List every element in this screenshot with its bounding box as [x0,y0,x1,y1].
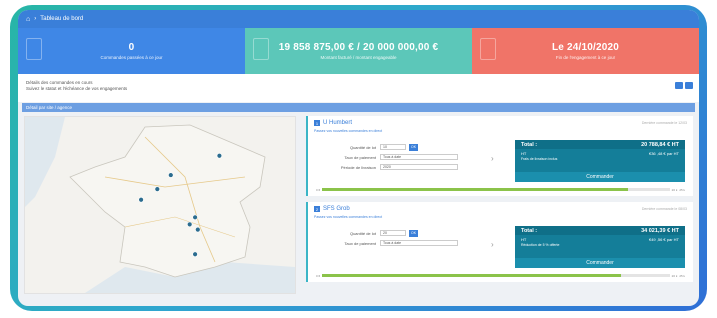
progress-end: 25 k [679,273,685,278]
progress-mid: 20 k [671,273,678,278]
kpi-amount-label: Montant facturé / montant engageable [320,55,397,60]
card-title[interactable]: SFS Grob [323,206,350,212]
info-panel: Détails des commandes en cours Suivez le… [18,74,699,102]
ok-button[interactable]: OK [409,229,418,237]
field-label: Quantité de lot [349,144,376,150]
unit-label: HT [521,150,527,156]
total-box: Total : 20 788,84 € HT HT €36 ,48 € par … [515,140,685,182]
kpi-date-value: Le 24/10/2020 [551,42,620,53]
card-note: Dernière commande le 08/03 [641,207,687,211]
field-label: Quantité de lot [349,230,376,236]
card-number: 2 [314,206,320,212]
site-card: 2 SFS Grob Dernière commande le 08/03 Pa… [306,202,693,282]
section-header[interactable]: Détail par site / agence [22,103,695,112]
receipt-icon [253,38,269,60]
card-number: 1 [314,120,320,126]
card-sublink[interactable]: Passez vos nouvelles commandes en direct [314,215,687,219]
total-value: 34 021,39 € HT [641,227,679,234]
form-row: Quantité de lot 20 OK [318,228,488,238]
marker-west[interactable] [138,197,144,203]
form-row: Quantité de lot 10 OK [318,142,488,152]
kpi-amount-value: 19 858 875,00 € / 20 000 000,00 € [278,42,439,53]
progress-track [322,274,670,277]
kpi-date: Le 24/10/2020 Fin de l'engagement à ce j… [472,28,699,74]
order-form: Quantité de lot 20 OK Taux de paiement T… [318,228,488,248]
marker-east-1[interactable] [192,214,198,221]
chevron-right-icon: › [491,154,494,163]
progress-bar: 0 € 20 k 25 k [316,273,685,278]
quantity-input[interactable]: 10 [380,144,406,150]
kpi-orders-value: 0 [128,42,135,53]
payment-select[interactable]: Tous à date [380,154,458,160]
order-button[interactable]: Commander [515,258,685,268]
period-select[interactable]: 2020 [380,164,458,170]
progress-fill [322,188,628,191]
section-label: Détail par site / agence [26,105,73,110]
total-label: Total : [521,227,538,234]
card-header: 1 U Humbert Dernière commande le 12/03 [314,120,687,126]
kpi-amount: 19 858 875,00 € / 20 000 000,00 € Montan… [245,28,472,74]
view-toggle [675,82,693,89]
progress-fill [322,274,621,277]
total-row: Total : 34 021,39 € HT [515,226,685,235]
progress-bar: 0 € 20 k 25 k [316,187,685,192]
progress-end: 25 k [679,187,685,192]
france-map[interactable] [24,116,296,294]
quantity-input[interactable]: 20 [380,230,406,236]
kpi-date-label: Fin de l'engagement à ce jour [555,55,616,60]
grid-view-button[interactable] [685,82,693,89]
home-icon[interactable]: ⌂ [26,16,30,23]
marker-south[interactable] [192,251,198,257]
marker-east-3[interactable] [195,226,201,233]
marker-east-2[interactable] [187,221,193,228]
calendar-icon [480,38,496,60]
main-content: 1 U Humbert Dernière commande le 12/03 P… [18,112,699,294]
unit-value: €36 ,48 € par HT [648,150,679,156]
chevron-right-icon: › [491,240,494,249]
order-button[interactable]: Commander [515,172,685,182]
field-label: Taux de paiement [344,154,376,160]
document-icon [26,38,42,60]
kpi-orders: 0 Commandes passées à ce jour [18,28,245,74]
form-row: Période de livraison 2020 [318,162,488,172]
order-form: Quantité de lot 10 OK Taux de paiement T… [318,142,488,172]
kpi-row: 0 Commandes passées à ce jour 19 858 875… [18,28,699,74]
field-label: Période de livraison [340,164,376,170]
progress-start: 0 € [316,187,321,192]
marker-center-1[interactable] [168,172,174,178]
site-card: 1 U Humbert Dernière commande le 12/03 P… [306,116,693,196]
card-header: 2 SFS Grob Dernière commande le 08/03 [314,206,687,212]
form-row: Taux de paiement Tous à date [318,152,488,162]
card-note: Dernière commande le 12/03 [641,121,687,125]
card-sublink[interactable]: Passez vos nouvelles commandes en direct [314,129,687,133]
field-label: Taux de paiement [344,240,376,246]
total-value: 20 788,84 € HT [641,141,679,148]
progress-start: 0 € [316,273,321,278]
form-row: Taux de paiement Tous à date [318,238,488,248]
total-box: Total : 34 021,39 € HT HT €49 ,56 € par … [515,226,685,268]
card-title[interactable]: U Humbert [323,120,352,126]
info-line-2: Suivez le statut et l'échéance de vos en… [26,86,128,91]
unit-label: HT [521,236,527,242]
progress-mid: 20 k [671,187,678,192]
site-cards: 1 U Humbert Dernière commande le 12/03 P… [306,116,693,294]
breadcrumb[interactable]: Tableau de bord [40,16,83,22]
payment-select[interactable]: Tous à date [380,240,458,246]
total-label: Total : [521,141,538,148]
top-bar: ⌂ › Tableau de bord [18,10,699,28]
unit-row: HT €36 ,48 € par HT [515,149,685,157]
list-view-button[interactable] [675,82,683,89]
marker-north[interactable] [216,153,223,159]
progress-track [322,188,670,191]
app-screen: ⌂ › Tableau de bord 0 Commandes passées … [18,10,699,306]
unit-row: HT €49 ,56 € par HT [515,235,685,243]
ok-button[interactable]: OK [409,143,418,151]
total-note: Frais de livraison inclus [521,157,558,161]
unit-value: €49 ,56 € par HT [648,236,679,242]
total-note: Réduction de 5 % offerte [521,243,560,247]
map-canvas [25,117,295,293]
marker-center-2[interactable] [154,186,161,192]
total-row: Total : 20 788,84 € HT [515,140,685,149]
kpi-orders-label: Commandes passées à ce jour [100,55,163,60]
